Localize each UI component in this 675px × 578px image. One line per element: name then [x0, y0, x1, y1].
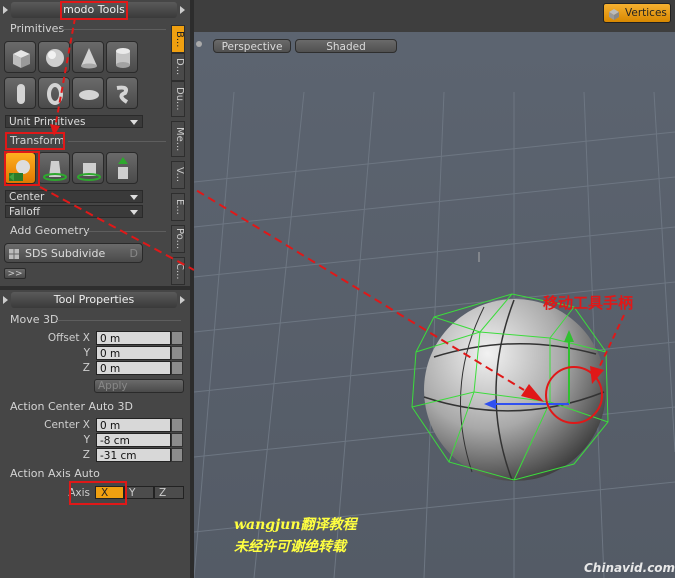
- credit-line-2: 未经许可谢绝转载: [234, 539, 346, 555]
- credit-line-1: wangjun翻译教程: [234, 517, 357, 533]
- watermark: Chinavid.com: [584, 561, 675, 575]
- overlay-annotations: [39, 17, 195, 271]
- handle-annotation-label: 移动工具手柄: [543, 294, 634, 312]
